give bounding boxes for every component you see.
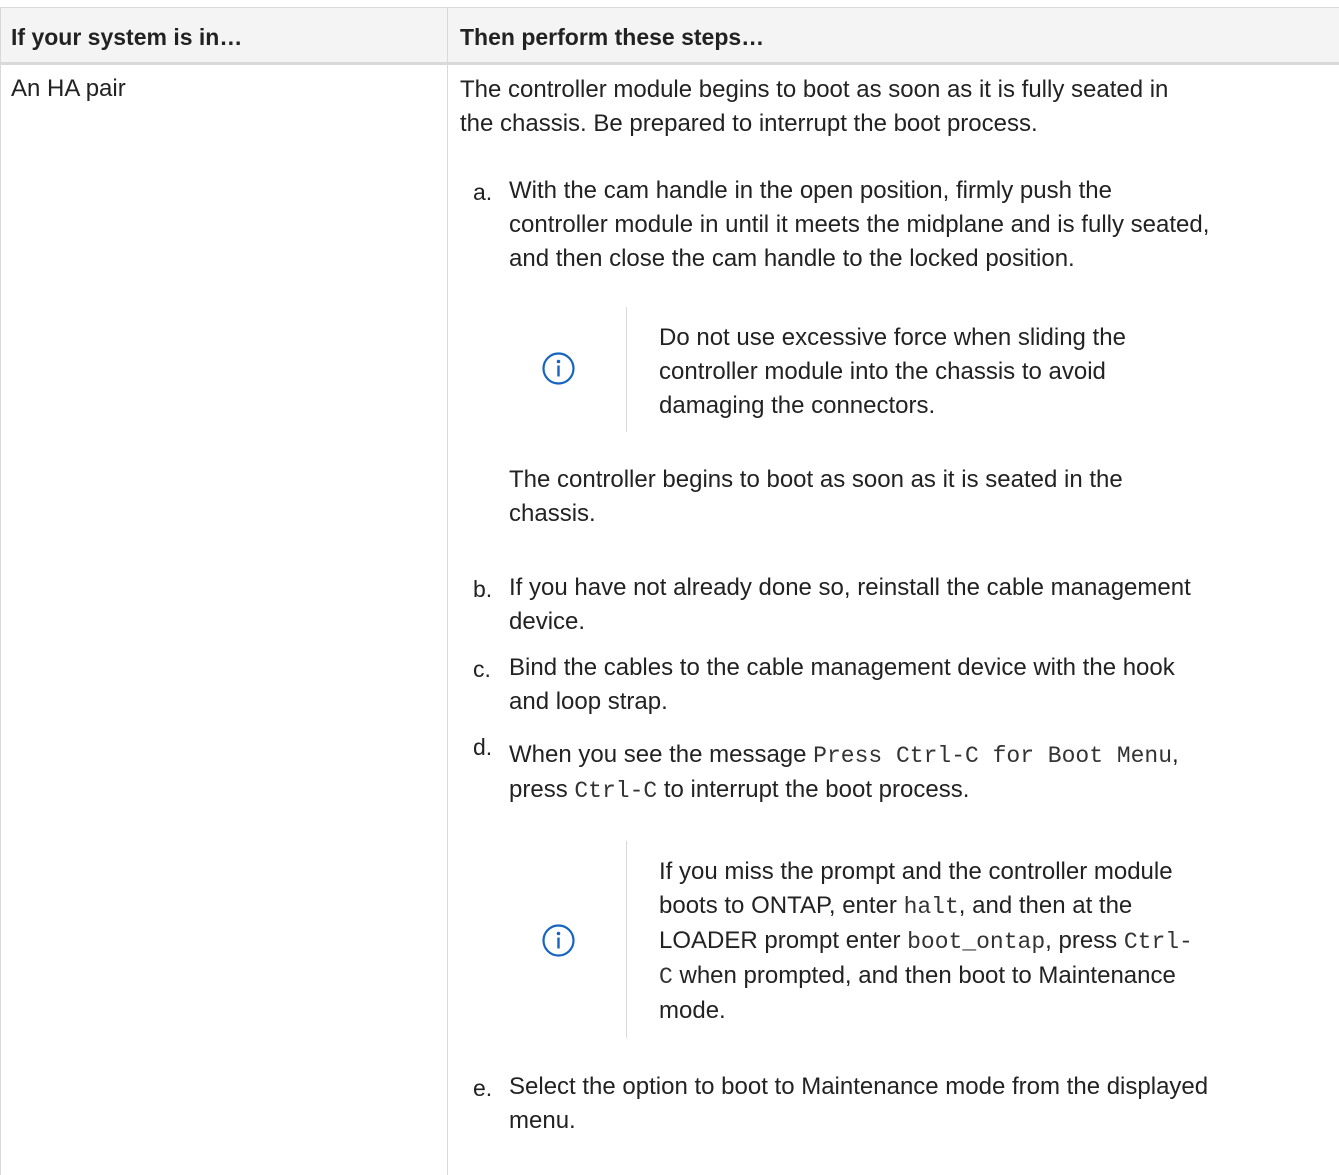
step-b-text: If you have not already done so, reinsta… bbox=[509, 574, 1191, 635]
step-b-marker: b. bbox=[473, 576, 493, 602]
steps-table: If your system is in… Then perform these… bbox=[0, 7, 1339, 1175]
header-col-system: If your system is in… bbox=[11, 24, 243, 50]
note-divider bbox=[626, 841, 627, 1038]
code-boot-ontap: boot_ontap bbox=[907, 929, 1046, 955]
code-boot-menu-message: Press Ctrl-C for Boot Menu bbox=[813, 743, 1173, 769]
step-a-result-text: The controller begins to boot as soon as… bbox=[509, 466, 1123, 527]
table-header: If your system is in… Then perform these… bbox=[1, 7, 1339, 65]
step-d-marker: d. bbox=[473, 734, 493, 760]
intro-text: The controller module begins to boot as … bbox=[460, 76, 1169, 137]
step-c-marker: c. bbox=[473, 656, 491, 682]
info-icon bbox=[542, 352, 575, 385]
step-a-marker: a. bbox=[473, 179, 493, 205]
step-c-text: Bind the cables to the cable management … bbox=[509, 654, 1175, 715]
step-a-text: With the cam handle in the open position… bbox=[509, 177, 1210, 272]
code-ctrl-c: Ctrl-C bbox=[574, 778, 658, 804]
header-col-steps: Then perform these steps… bbox=[460, 24, 765, 50]
note-2-text: If you miss the prompt and the controlle… bbox=[659, 858, 1193, 1024]
step-e-marker: e. bbox=[473, 1075, 493, 1101]
code-ctrl: Ctrl- bbox=[1123, 929, 1193, 955]
note-divider bbox=[626, 307, 627, 432]
column-divider bbox=[447, 7, 448, 1175]
info-icon bbox=[542, 924, 575, 957]
code-halt: halt bbox=[903, 894, 959, 920]
code-c: C bbox=[659, 964, 673, 990]
step-e-text: Select the option to boot to Maintenance… bbox=[509, 1073, 1209, 1134]
note-1-text: Do not use excessive force when sliding … bbox=[659, 324, 1126, 419]
system-cell: An HA pair bbox=[11, 75, 126, 102]
step-d-text: When you see the message Press Ctrl-C fo… bbox=[509, 741, 1179, 804]
